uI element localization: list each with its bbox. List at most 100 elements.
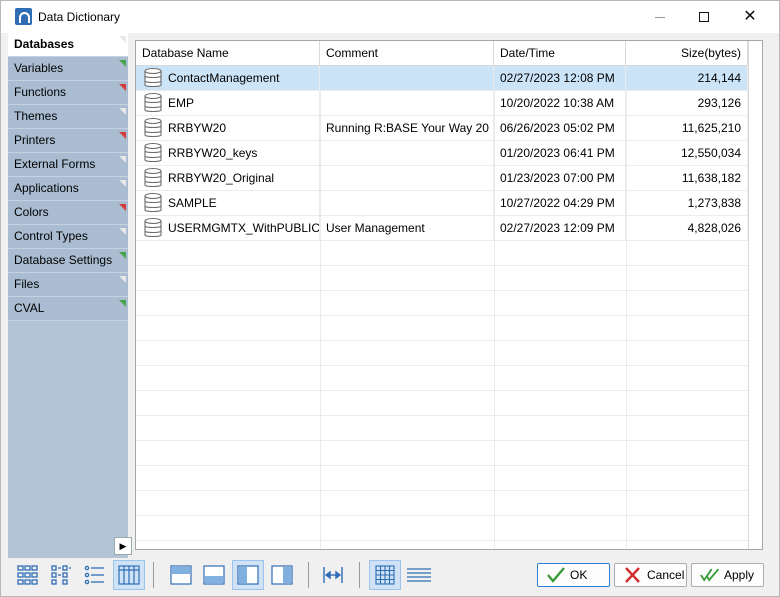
sidebar-item-themes[interactable]: Themes [8,105,128,129]
cell-size: 12,550,034 [626,141,748,166]
column-header-comment[interactable]: Comment [320,41,494,66]
panel-right-icon [271,565,293,585]
small-icons-view-icon [51,565,71,585]
app-icon [15,8,32,25]
corner-marker-icon [119,108,126,115]
empty-table-row [136,391,748,416]
cell-size: 1,273,838 [626,191,748,216]
row-lines-button[interactable] [403,560,435,590]
column-header-size[interactable]: Size(bytes) [626,41,748,66]
cell-database-name: EMP [136,91,320,116]
databases-grid[interactable]: Database Name Comment Date/Time Size(byt… [135,40,763,550]
cell-date-time: 01/20/2023 06:41 PM [494,141,626,166]
sidebar-item-cval[interactable]: CVAL [8,297,128,321]
sidebar-item-label: Database Settings [14,253,113,267]
database-icon [144,67,162,88]
sidebar-item-colors[interactable]: Colors [8,201,128,225]
cell-comment: Running R:BASE Your Way 20 [320,116,494,141]
sidebar-item-files[interactable]: Files [8,273,128,297]
maximize-button[interactable] [681,1,727,33]
panel-right-button[interactable] [266,560,298,590]
panel-left-button[interactable] [232,560,264,590]
large-icons-view-button[interactable] [12,560,44,590]
corner-marker-icon [119,60,126,67]
details-view-button[interactable] [113,560,145,590]
cell-date-time: 01/23/2023 07:00 PM [494,166,626,191]
sidebar-item-functions[interactable]: Functions [8,81,128,105]
cell-database-name: RRBYW20_Original [136,166,320,191]
cancel-button[interactable]: Cancel [614,563,687,587]
corner-marker-icon [119,300,126,307]
empty-table-row [136,441,748,466]
cell-comment: User Management [320,216,494,241]
column-header-database-name[interactable]: Database Name [136,41,320,66]
list-view-button[interactable] [78,560,110,590]
corner-marker-icon [119,180,126,187]
cell-database-name: ContactManagement [136,66,320,91]
corner-marker-icon [119,204,126,211]
autofit-columns-icon [323,567,343,583]
sidebar-item-variables[interactable]: Variables [8,57,128,81]
sidebar-item-label: Applications [14,181,79,195]
cell-date-time: 10/20/2022 10:38 AM [494,91,626,116]
close-button[interactable]: ✕ [727,1,773,33]
autofit-columns-button[interactable] [317,560,349,590]
table-row[interactable]: RRBYW20_Original 01/23/2023 07:00 PM 11,63… [136,166,748,191]
cell-size: 214,144 [626,66,748,91]
grid-lines-button[interactable] [369,560,401,590]
corner-marker-icon [119,84,126,91]
close-icon: ✕ [743,8,757,25]
sidebar-item-printers[interactable]: Printers [8,129,128,153]
empty-table-row [136,241,748,266]
checkmark-icon [547,567,565,583]
table-row[interactable]: EMP 10/20/2022 10:38 AM 293,126 [136,91,748,116]
database-name-text: SAMPLE [168,196,217,210]
sidebar-item-label: Themes [14,109,58,123]
panel-top-icon [170,565,192,585]
minimize-button[interactable] [637,1,683,33]
table-row[interactable]: SAMPLE 10/27/2022 04:29 PM 1,273,838 [136,191,748,216]
panel-left-icon [237,565,259,585]
empty-table-row [136,291,748,316]
red-x-icon [625,567,640,583]
sidebar-item-label: Variables [14,61,64,75]
corner-marker-icon [119,36,126,43]
small-icons-view-button[interactable] [45,560,77,590]
sidebar-item-applications[interactable]: Applications [8,177,128,201]
database-icon [144,167,162,188]
cell-size: 11,625,210 [626,116,748,141]
database-name-text: EMP [168,96,195,110]
cell-date-time: 02/27/2023 12:08 PM [494,66,626,91]
cell-database-name: RRBYW20_keys [136,141,320,166]
corner-marker-icon [119,276,126,283]
cancel-button-label: Cancel [647,568,685,582]
corner-marker-icon [119,132,126,139]
grid-lines-icon [375,565,395,585]
table-row[interactable]: RRBYW20 Running R:BASE Your Way 20 06/26/2… [136,116,748,141]
sidebar-item-external-forms[interactable]: External Forms [8,153,128,177]
apply-button[interactable]: Apply [691,563,764,587]
database-icon [144,92,162,113]
sidebar-item-databases[interactable]: Databases [8,33,128,57]
sidebar-item-control-types[interactable]: Control Types [8,225,128,249]
column-header-date-time[interactable]: Date/Time [494,41,626,66]
sidebar-item-label: Files [14,277,40,291]
cell-comment [320,91,494,116]
cell-comment [320,66,494,91]
panel-bottom-icon [203,565,225,585]
sidebar-item-database-settings[interactable]: Database Settings [8,249,128,273]
database-name-text: USERMGMTX_WithPUBLIC [168,221,320,235]
cell-database-name: USERMGMTX_WithPUBLIC [136,216,320,241]
panel-top-button[interactable] [165,560,197,590]
chevron-right-icon: ▶ [119,541,127,551]
table-row[interactable]: RRBYW20_keys 01/20/2023 06:41 PM 12,550,03… [136,141,748,166]
apply-button-label: Apply [724,568,755,582]
table-row[interactable]: USERMGMTX_WithPUBLIC User Management 02/27… [136,216,748,241]
sidebar-item-label: Databases [14,37,75,51]
panel-bottom-button[interactable] [198,560,230,590]
toolbar-separator [153,562,154,588]
sidebar-expand-button[interactable]: ▶ [114,537,132,555]
table-row[interactable]: ContactManagement 02/27/2023 12:08 PM 214,… [136,66,748,91]
ok-button[interactable]: OK [537,563,610,587]
cell-comment [320,166,494,191]
